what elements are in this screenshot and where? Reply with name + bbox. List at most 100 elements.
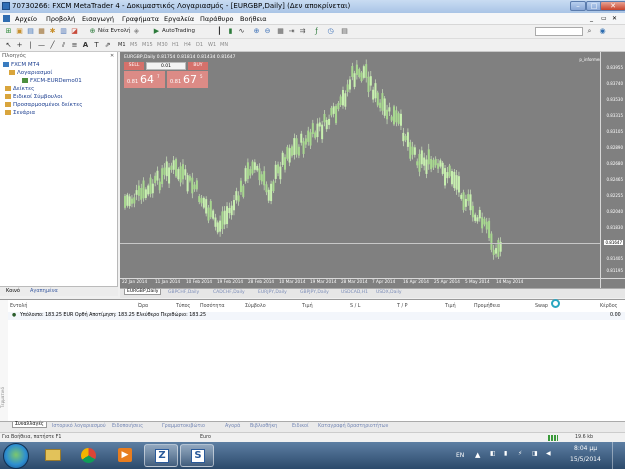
nav-item-indicators[interactable]: Δείκτες: [5, 86, 34, 92]
column-type[interactable]: Τύπος: [176, 304, 190, 309]
navigator-icon[interactable]: ✱: [48, 27, 57, 36]
line-chart-icon[interactable]: ∿: [237, 27, 246, 36]
cursor-icon[interactable]: ↖: [4, 41, 13, 50]
tab-experts[interactable]: Ειδικοί: [292, 424, 309, 429]
trendline-icon[interactable]: ╱: [48, 41, 57, 50]
column-current-price[interactable]: Τιμή: [445, 304, 456, 309]
tray-network-icon[interactable]: ◨: [532, 450, 538, 457]
periods-icon[interactable]: ◷: [326, 27, 335, 36]
status-profile[interactable]: Euro: [200, 435, 211, 440]
clock-time[interactable]: 8:04 μμ: [574, 445, 597, 452]
nav-item-experts[interactable]: Ειδικοί Σύμβουλοι: [5, 94, 62, 100]
new-chart-icon[interactable]: ⊞: [4, 27, 13, 36]
chart-shift-icon[interactable]: ⇥: [287, 27, 296, 36]
profiles-icon[interactable]: ▣: [15, 27, 24, 36]
search-icon[interactable]: ⌕: [585, 27, 594, 36]
tab-market[interactable]: Αγορά: [225, 424, 240, 429]
menu-help[interactable]: Βοήθεια: [240, 15, 267, 23]
bar-chart-icon[interactable]: ┃: [215, 27, 224, 36]
timeframe-mn[interactable]: MN: [220, 42, 228, 48]
tab-library[interactable]: Βιβλιοθήκη: [250, 424, 277, 429]
nav-item-account-demo[interactable]: FXCM-EURDemo01: [22, 78, 82, 84]
tab-chart-eurgbp[interactable]: EURGBP,Daily: [124, 289, 162, 295]
tab-trade[interactable]: Συναλλαγές: [12, 422, 47, 428]
column-tp[interactable]: T / P: [397, 304, 408, 309]
minimize-button[interactable]: –: [570, 1, 586, 11]
text-tool-icon[interactable]: A: [81, 41, 90, 50]
autotrading-button[interactable]: AutoTrading: [162, 28, 195, 34]
menu-file[interactable]: Αρχείο: [15, 15, 37, 23]
market-watch-icon[interactable]: ▤: [26, 27, 35, 36]
column-volume[interactable]: Ποσότητα: [200, 304, 225, 309]
tab-chart-cadchf[interactable]: CADCHF,Daily: [213, 290, 245, 295]
column-symbol[interactable]: Σύμβολο: [245, 304, 266, 309]
close-button[interactable]: ✕: [600, 1, 625, 11]
taskbar-metatrader-1[interactable]: Z: [144, 444, 178, 467]
tab-common[interactable]: Κοινό: [6, 288, 20, 294]
child-close-button[interactable]: ✕: [612, 15, 617, 22]
document-icon[interactable]: [3, 15, 10, 22]
menu-view[interactable]: Προβολή: [46, 15, 75, 23]
tab-chart-gbpchf[interactable]: GBPCHF,Daily: [168, 290, 199, 295]
tab-mailbox[interactable]: Γραμματοκιβώτιο: [162, 424, 205, 429]
crosshair-icon[interactable]: +: [15, 41, 24, 50]
zoom-out-icon[interactable]: ⊖: [263, 27, 272, 36]
tab-chart-usdx[interactable]: USDX,Daily: [376, 290, 402, 295]
taskbar-explorer[interactable]: [36, 444, 70, 467]
column-time[interactable]: Ώρα: [138, 304, 148, 309]
menu-window[interactable]: Παράθυρο: [200, 15, 233, 23]
tab-account-history[interactable]: Ιστορικό λογαριασμού: [52, 424, 106, 429]
tab-journal[interactable]: Καταγραφή δραστηριοτήτων: [318, 424, 388, 429]
column-profit[interactable]: Κέρδος: [600, 304, 617, 309]
timeframe-m5[interactable]: M5: [130, 42, 138, 48]
clock-date[interactable]: 15/5/2014: [570, 456, 601, 463]
metaeditor-icon[interactable]: ◈: [132, 27, 141, 36]
indicators-icon[interactable]: ƒ: [312, 27, 321, 36]
taskbar-media-player[interactable]: ▶: [108, 444, 142, 467]
new-order-icon[interactable]: ⊕: [88, 27, 97, 36]
start-button[interactable]: [3, 443, 29, 469]
timeframe-m1[interactable]: M1: [118, 42, 126, 48]
timeframe-m30[interactable]: M30: [157, 42, 168, 48]
column-order[interactable]: Εντολή: [10, 304, 27, 309]
show-desktop-button[interactable]: [612, 442, 625, 469]
data-window-icon[interactable]: ▦: [37, 27, 46, 36]
tray-signal-icon[interactable]: ▮: [504, 450, 507, 457]
nav-item-custom-indicators[interactable]: Προσαρμοσμένοι δείκτες: [5, 102, 82, 108]
new-order-button[interactable]: Νέα Εντολή: [98, 28, 130, 34]
community-icon[interactable]: ◉: [598, 27, 607, 36]
tab-chart-eurjpy[interactable]: EURJPY,Daily: [258, 290, 287, 295]
tab-alerts[interactable]: Ειδοποιήσεις: [112, 424, 143, 429]
column-sl[interactable]: S / L: [350, 304, 360, 309]
nav-root[interactable]: FXCM MT4: [3, 62, 39, 68]
menu-tools[interactable]: Εργαλεία: [164, 15, 194, 23]
nav-item-scripts[interactable]: Σενάρια: [5, 110, 35, 116]
child-minimize-button[interactable]: _: [590, 15, 593, 22]
navigator-close-icon[interactable]: ✕: [110, 53, 114, 59]
column-commission[interactable]: Προμήθεια: [474, 304, 500, 309]
zoom-in-icon[interactable]: ⊕: [252, 27, 261, 36]
timeframe-m15[interactable]: M15: [142, 42, 153, 48]
app-icon[interactable]: [2, 2, 10, 10]
timeframe-h4[interactable]: H4: [184, 42, 191, 48]
column-swap[interactable]: Swap: [535, 304, 548, 309]
templates-icon[interactable]: ▤: [340, 27, 349, 36]
terminal-icon[interactable]: ▥: [59, 27, 68, 36]
timeframe-h1[interactable]: H1: [172, 42, 179, 48]
vertical-line-icon[interactable]: |: [26, 41, 35, 50]
timeframe-d1[interactable]: D1: [196, 42, 203, 48]
menu-charts[interactable]: Γραφήματα: [122, 15, 159, 23]
taskbar-chrome[interactable]: [72, 444, 106, 467]
tab-chart-gbpjpy[interactable]: GBPJPY,Daily: [300, 290, 329, 295]
channel-icon[interactable]: ⫽: [59, 41, 68, 50]
label-tool-icon[interactable]: T: [92, 41, 101, 50]
column-price[interactable]: Τιμή: [302, 304, 313, 309]
tray-volume-icon[interactable]: ◀: [546, 450, 551, 457]
taskbar-metatrader-2[interactable]: S: [180, 444, 214, 467]
search-input[interactable]: [535, 27, 583, 36]
autotrading-icon[interactable]: ▶: [152, 27, 161, 36]
tab-favorites[interactable]: Αγαπημένα: [30, 288, 58, 294]
menu-insert[interactable]: Εισαγωγή: [82, 15, 114, 23]
tile-windows-icon[interactable]: ▦: [276, 27, 285, 36]
tray-app-icon[interactable]: ◧: [490, 450, 496, 457]
